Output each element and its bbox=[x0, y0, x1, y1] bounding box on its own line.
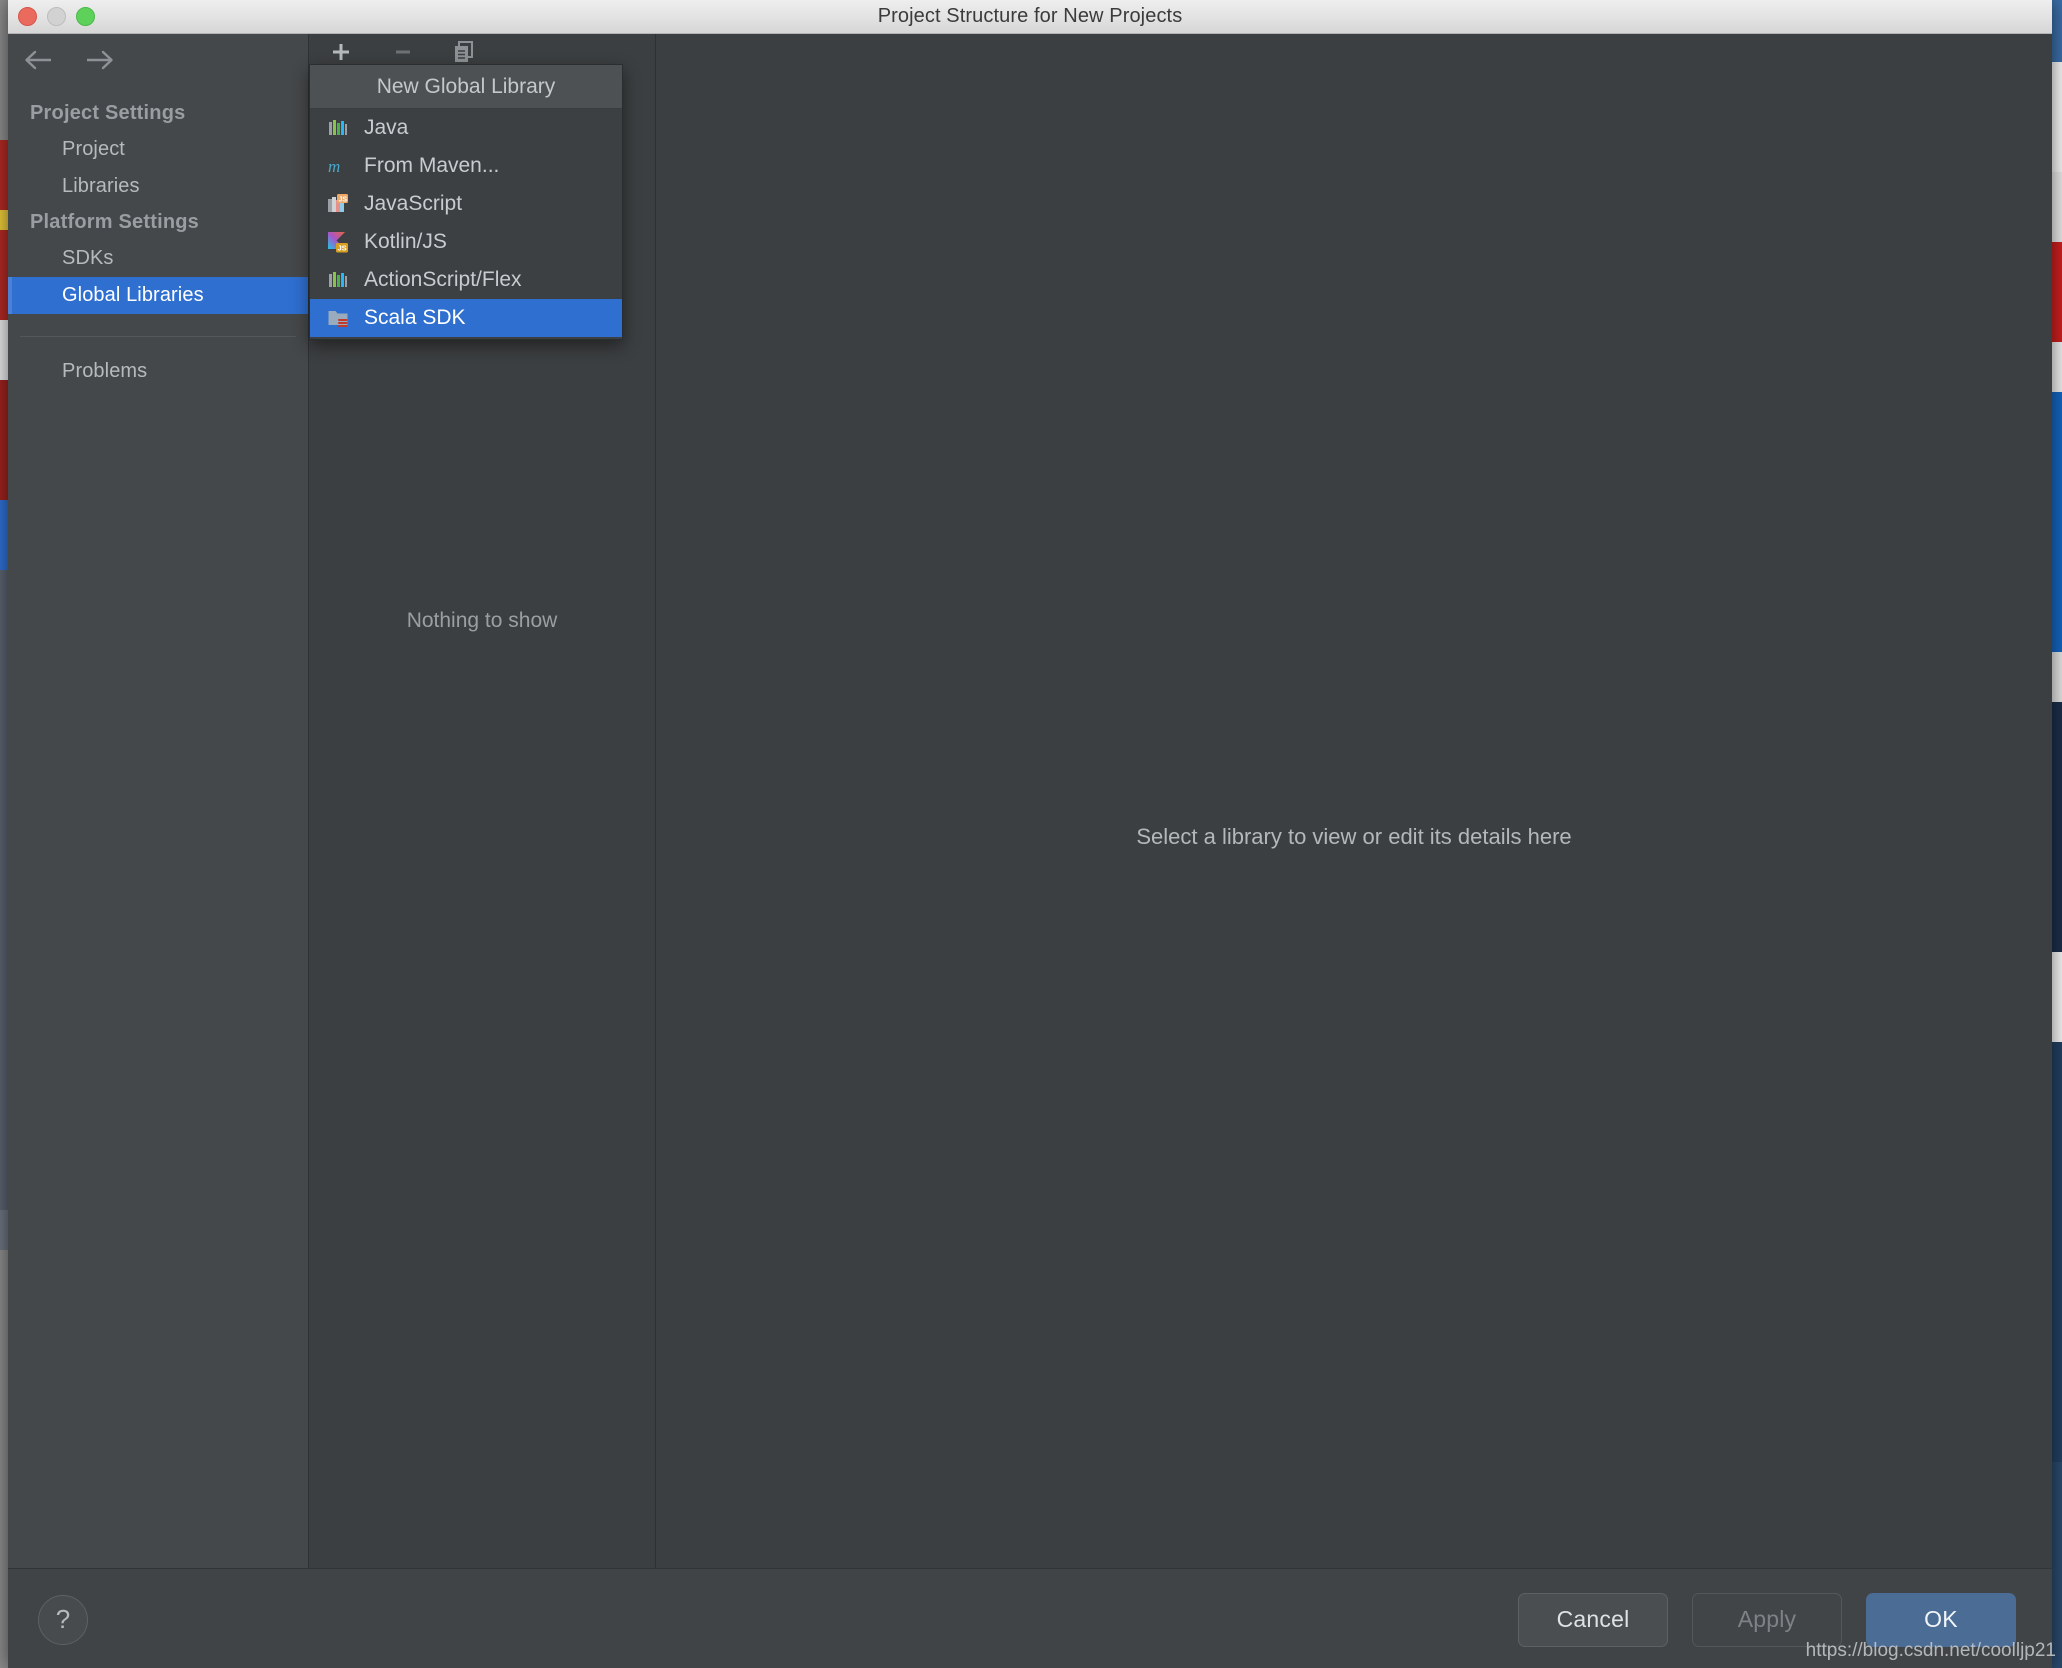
maximize-window-button[interactable] bbox=[76, 7, 95, 26]
javascript-library-icon: JS bbox=[326, 192, 350, 216]
dialog-footer: ? Cancel Apply OK bbox=[8, 1568, 2052, 1668]
library-detail-panel: Select a library to view or edit its det… bbox=[656, 34, 2052, 1568]
project-structure-dialog: Project Structure for New Projects Proje… bbox=[8, 0, 2052, 1668]
minimize-window-button[interactable] bbox=[47, 7, 66, 26]
sidebar-item-libraries[interactable]: Libraries bbox=[8, 168, 308, 205]
kotlin-js-icon: JS bbox=[326, 230, 350, 254]
svg-text:m: m bbox=[328, 157, 340, 176]
svg-text:JS: JS bbox=[339, 196, 348, 203]
nav-group-project-settings: Project Settings bbox=[30, 102, 186, 124]
nav-history-controls bbox=[8, 34, 308, 86]
sidebar-item-problems[interactable]: Problems bbox=[8, 353, 308, 390]
actionscript-library-icon bbox=[326, 268, 350, 292]
menu-item-label: Scala SDK bbox=[364, 306, 466, 329]
sidebar-item-sdks[interactable]: SDKs bbox=[8, 240, 308, 277]
arrow-right-icon[interactable] bbox=[82, 47, 116, 73]
ok-button[interactable]: OK bbox=[1866, 1592, 2016, 1647]
help-button[interactable]: ? bbox=[38, 1594, 88, 1645]
svg-text:JS: JS bbox=[338, 244, 347, 253]
settings-nav-list: Project Settings Project Libraries Platf… bbox=[8, 86, 308, 390]
menu-item-kotlin-js[interactable]: JS Kotlin/JS bbox=[310, 223, 622, 261]
remove-library-button[interactable] bbox=[387, 37, 419, 67]
dialog-body: Project Settings Project Libraries Platf… bbox=[8, 34, 2052, 1568]
java-library-icon bbox=[326, 116, 350, 140]
copy-library-button[interactable] bbox=[449, 37, 481, 67]
menu-item-scala-sdk[interactable]: Scala SDK bbox=[310, 299, 622, 337]
menu-item-javascript[interactable]: JS JavaScript bbox=[310, 185, 622, 223]
arrow-left-icon[interactable] bbox=[22, 47, 56, 73]
menu-item-label: ActionScript/Flex bbox=[364, 268, 522, 291]
new-global-library-menu-title: New Global Library bbox=[310, 65, 622, 109]
menu-item-label: Java bbox=[364, 116, 409, 139]
window-controls bbox=[18, 0, 95, 33]
nav-group-platform-settings: Platform Settings bbox=[30, 211, 199, 233]
menu-item-label: From Maven... bbox=[364, 154, 500, 177]
menu-item-label: JavaScript bbox=[364, 192, 463, 215]
settings-sidebar: Project Settings Project Libraries Platf… bbox=[8, 34, 309, 1568]
scala-sdk-icon bbox=[326, 306, 350, 330]
global-libraries-panel: Nothing to show New Global Library Java … bbox=[309, 34, 656, 1568]
new-global-library-menu: New Global Library Java m From Maven... … bbox=[309, 64, 623, 340]
menu-item-label: Kotlin/JS bbox=[364, 230, 447, 253]
title-bar: Project Structure for New Projects bbox=[8, 0, 2052, 34]
window-title: Project Structure for New Projects bbox=[877, 5, 1183, 27]
close-window-button[interactable] bbox=[18, 7, 37, 26]
watermark-text: https://blog.csdn.net/coolljp21 bbox=[1805, 1640, 2056, 1661]
maven-icon: m bbox=[326, 154, 350, 178]
apply-button[interactable]: Apply bbox=[1692, 1592, 1842, 1647]
add-library-button[interactable] bbox=[325, 37, 357, 67]
dialog-button-row: Cancel Apply OK bbox=[1518, 1592, 2016, 1647]
sidebar-item-project[interactable]: Project bbox=[8, 131, 308, 168]
sidebar-divider bbox=[20, 336, 296, 337]
cancel-button[interactable]: Cancel bbox=[1518, 1592, 1668, 1647]
libraries-empty-message: Nothing to show bbox=[406, 609, 558, 632]
menu-item-java[interactable]: Java bbox=[310, 109, 622, 147]
menu-item-actionscript-flex[interactable]: ActionScript/Flex bbox=[310, 261, 622, 299]
sidebar-item-global-libraries[interactable]: Global Libraries bbox=[8, 277, 308, 314]
library-detail-empty-message: Select a library to view or edit its det… bbox=[1136, 824, 1572, 849]
menu-item-from-maven[interactable]: m From Maven... bbox=[310, 147, 622, 185]
